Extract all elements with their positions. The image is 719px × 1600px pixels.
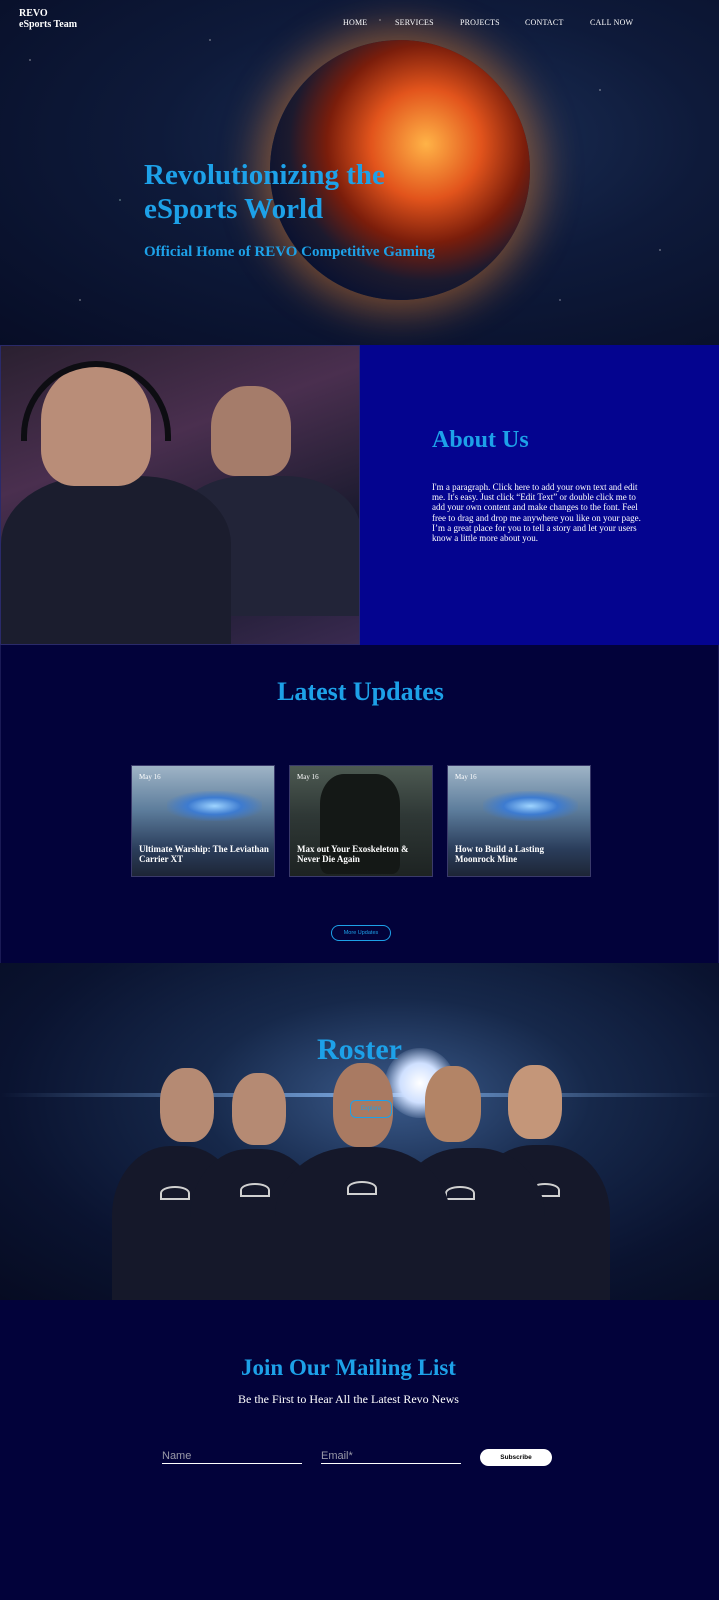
updates-title: Latest Updates [277, 677, 444, 706]
more-updates-button[interactable]: More Updates [331, 925, 391, 941]
revo-logo-icon [240, 1183, 270, 1197]
roster-section: Roster Explore [0, 963, 719, 1300]
gamers-photo [0, 345, 360, 645]
card-title: Ultimate Warship: The Leviathan Carrier … [139, 844, 269, 864]
nav-home[interactable]: HOME [343, 18, 367, 27]
hero-title: Revolutionizing the eSports World [144, 159, 385, 225]
hero-subtitle: Official Home of REVO Competitive Gaming [144, 244, 435, 260]
about-section: About Us I'm a paragraph. Click here to … [0, 345, 719, 645]
brand-name: REVO [19, 8, 48, 19]
nav-call-now[interactable]: CALL NOW [590, 18, 633, 27]
about-panel: About Us I'm a paragraph. Click here to … [360, 345, 719, 645]
mailing-section: Join Our Mailing List Be the First to He… [0, 1300, 719, 1600]
update-card[interactable]: May 16 Ultimate Warship: The Leviathan C… [131, 765, 275, 877]
about-paragraph: I'm a paragraph. Click here to add your … [432, 482, 641, 544]
card-title: Max out Your Exoskeleton & Never Die Aga… [297, 844, 409, 864]
gamer-head [211, 386, 291, 476]
email-field[interactable] [321, 1448, 461, 1464]
update-card[interactable]: May 16 How to Build a Lasting Moonrock M… [447, 765, 591, 877]
revo-logo-icon [347, 1181, 377, 1195]
roster-title: Roster [317, 1033, 402, 1066]
hero-section: REVO eSports Team HOME SERVICES PROJECTS… [0, 0, 719, 345]
gamer-shirt [1, 476, 231, 644]
nav-projects[interactable]: PROJECTS [460, 18, 500, 27]
update-card[interactable]: May 16 Max out Your Exoskeleton & Never … [289, 765, 433, 877]
site-logo[interactable]: REVO eSports Team [19, 8, 77, 30]
nav-contact[interactable]: CONTACT [525, 18, 564, 27]
headset-icon [21, 361, 171, 441]
card-title: How to Build a Lasting Moonrock Mine [455, 844, 545, 864]
about-title: About Us [432, 427, 529, 453]
card-date: May 16 [139, 773, 161, 781]
member-shirt [275, 1147, 450, 1300]
name-field[interactable] [162, 1448, 302, 1464]
brand-tagline: eSports Team [19, 19, 78, 30]
mailing-subtitle: Be the First to Hear All the Latest Revo… [238, 1392, 459, 1406]
card-date: May 16 [297, 773, 319, 781]
card-date: May 16 [455, 773, 477, 781]
nav-services[interactable]: SERVICES [395, 18, 434, 27]
team-member [275, 1063, 450, 1300]
explore-roster-button[interactable]: Explore [350, 1100, 392, 1118]
revo-logo-icon [160, 1186, 190, 1200]
mailing-title: Join Our Mailing List [241, 1355, 456, 1380]
updates-section: Latest Updates May 16 Ultimate Warship: … [0, 645, 719, 963]
subscribe-button[interactable]: Subscribe [480, 1449, 552, 1466]
